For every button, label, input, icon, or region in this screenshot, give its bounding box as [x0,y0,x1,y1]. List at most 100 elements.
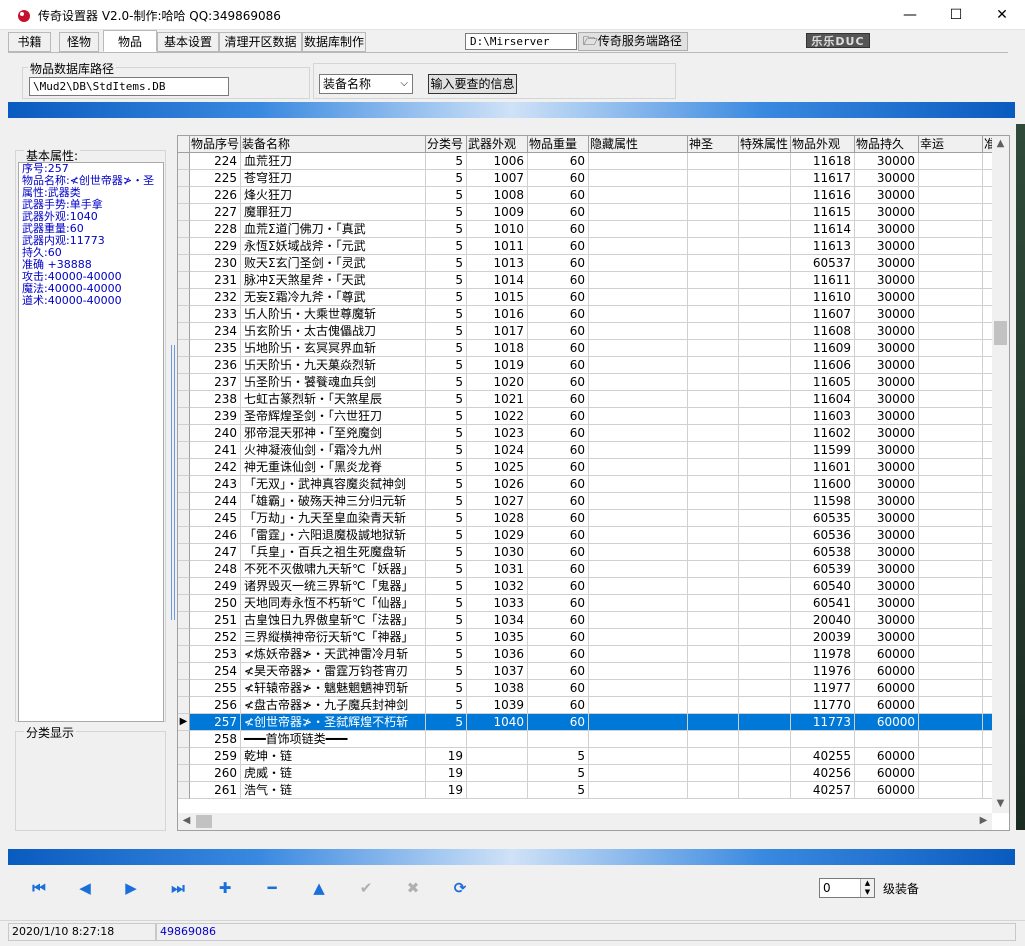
table-cell[interactable] [688,289,739,306]
column-header[interactable]: 物品外观 [791,136,855,153]
table-cell[interactable]: 30000 [855,323,919,340]
column-header[interactable]: 特殊属性 [739,136,791,153]
table-cell[interactable] [919,153,983,170]
server-path-field[interactable]: D:\Mirserver [465,33,577,50]
table-cell[interactable]: 卐玄阶卐・太古傀儡战刀 [241,323,426,340]
table-cell[interactable] [919,714,983,731]
table-cell[interactable]: 60000 [855,697,919,714]
table-cell[interactable] [688,442,739,459]
table-cell[interactable]: 60000 [855,748,919,765]
table-row[interactable]: 226 烽火狂刀 5 1008 60 11616 30000 [178,187,1009,204]
table-cell[interactable] [739,629,791,646]
table-cell[interactable]: ≮炼妖帝器≯・天武神雷冷月斩 [241,646,426,663]
table-cell[interactable] [919,442,983,459]
last-record-icon[interactable]: ⏭ [167,878,189,898]
table-cell[interactable]: 248 [190,561,241,578]
table-cell[interactable] [688,629,739,646]
table-cell[interactable]: 5 [426,697,467,714]
table-cell[interactable]: 5 [426,459,467,476]
table-cell[interactable] [739,544,791,561]
table-cell[interactable]: 30000 [855,289,919,306]
table-cell[interactable]: 30000 [855,391,919,408]
table-cell[interactable] [739,714,791,731]
tab-db-make[interactable]: 数据库制作 [302,32,366,52]
table-row[interactable]: 237 卐圣阶卐・饕餮魂血兵剑 5 1020 60 11605 30000 [178,374,1009,391]
table-cell[interactable]: 60 [528,272,589,289]
table-cell[interactable]: 20039 [791,629,855,646]
row-indicator[interactable] [178,748,190,765]
table-cell[interactable]: 11607 [791,306,855,323]
table-cell[interactable] [739,578,791,595]
table-cell[interactable] [739,255,791,272]
table-cell[interactable]: 30000 [855,374,919,391]
table-cell[interactable] [467,765,528,782]
prior-record-icon[interactable]: ◀ [74,878,96,898]
table-row[interactable]: 233 卐人阶卐・大乘世尊魔斩 5 1016 60 11607 30000 [178,306,1009,323]
table-cell[interactable]: 30000 [855,221,919,238]
table-cell[interactable]: 11603 [791,408,855,425]
table-cell[interactable]: 卐地阶卐・玄冥冥界血斩 [241,340,426,357]
table-cell[interactable]: 「雄霸」・破殇天神三分归元斩 [241,493,426,510]
table-cell[interactable] [589,221,688,238]
row-indicator[interactable] [178,595,190,612]
row-indicator[interactable] [178,187,190,204]
table-cell[interactable] [688,323,739,340]
table-cell[interactable] [739,493,791,510]
table-cell[interactable] [688,663,739,680]
table-cell[interactable] [855,731,919,748]
table-cell[interactable]: 1016 [467,306,528,323]
table-cell[interactable]: 60536 [791,527,855,544]
table-cell[interactable] [589,646,688,663]
table-cell[interactable] [739,238,791,255]
table-row[interactable]: 231 脉冲Σ天煞星斧・「天武 5 1014 60 11611 30000 [178,272,1009,289]
table-cell[interactable]: 「万劫」・九天至皇血染青天斩 [241,510,426,527]
close-button[interactable]: ✕ [979,0,1025,30]
table-cell[interactable]: 5 [426,442,467,459]
table-cell[interactable]: 1019 [467,357,528,374]
table-cell[interactable]: 60 [528,357,589,374]
table-row[interactable]: 236 卐天阶卐・九天菓焱烈斩 5 1019 60 11606 30000 [178,357,1009,374]
table-cell[interactable]: 60540 [791,578,855,595]
tab-basic-settings[interactable]: 基本设置 [157,32,219,52]
table-cell[interactable]: 19 [426,782,467,799]
table-cell[interactable] [688,612,739,629]
table-cell[interactable] [589,374,688,391]
table-cell[interactable]: 30000 [855,357,919,374]
tab-clear-data[interactable]: 清理开区数据 [219,32,302,52]
table-cell[interactable]: 60 [528,714,589,731]
table-cell[interactable] [919,408,983,425]
table-cell[interactable]: 5 [426,374,467,391]
add-record-icon[interactable]: ✚ [214,878,236,898]
table-cell[interactable]: 「雷霆」・六阳退魔极諴地狱斩 [241,527,426,544]
table-row[interactable]: 260 虎威・链 19 5 40256 60000 [178,765,1009,782]
table-cell[interactable]: 「兵皇」・百兵之祖生死魔盘斩 [241,544,426,561]
table-cell[interactable]: 1008 [467,187,528,204]
table-cell[interactable] [919,187,983,204]
table-cell[interactable]: ≮盘古帝器≯・九子魔兵封神剑 [241,697,426,714]
table-cell[interactable] [919,272,983,289]
table-cell[interactable] [688,578,739,595]
table-cell[interactable]: 神无重诛仙剑・「黑炎龙脊 [241,459,426,476]
table-cell[interactable]: 30000 [855,476,919,493]
table-cell[interactable] [919,544,983,561]
table-cell[interactable]: 11978 [791,646,855,663]
table-cell[interactable] [467,782,528,799]
table-cell[interactable]: 1022 [467,408,528,425]
table-cell[interactable] [589,476,688,493]
table-cell[interactable]: 257 [190,714,241,731]
table-cell[interactable]: 40255 [791,748,855,765]
table-cell[interactable] [919,578,983,595]
table-cell[interactable] [919,459,983,476]
maximize-button[interactable]: ☐ [933,0,979,30]
table-row[interactable]: 242 神无重诛仙剑・「黑炎龙脊 5 1025 60 11601 30000 [178,459,1009,476]
row-indicator[interactable] [178,527,190,544]
table-cell[interactable] [688,425,739,442]
table-cell[interactable]: 5 [426,170,467,187]
table-cell[interactable]: 5 [426,255,467,272]
table-cell[interactable]: 11601 [791,459,855,476]
table-cell[interactable]: 1023 [467,425,528,442]
table-cell[interactable] [589,459,688,476]
table-cell[interactable]: 60 [528,391,589,408]
table-cell[interactable]: 30000 [855,153,919,170]
table-cell[interactable] [589,170,688,187]
